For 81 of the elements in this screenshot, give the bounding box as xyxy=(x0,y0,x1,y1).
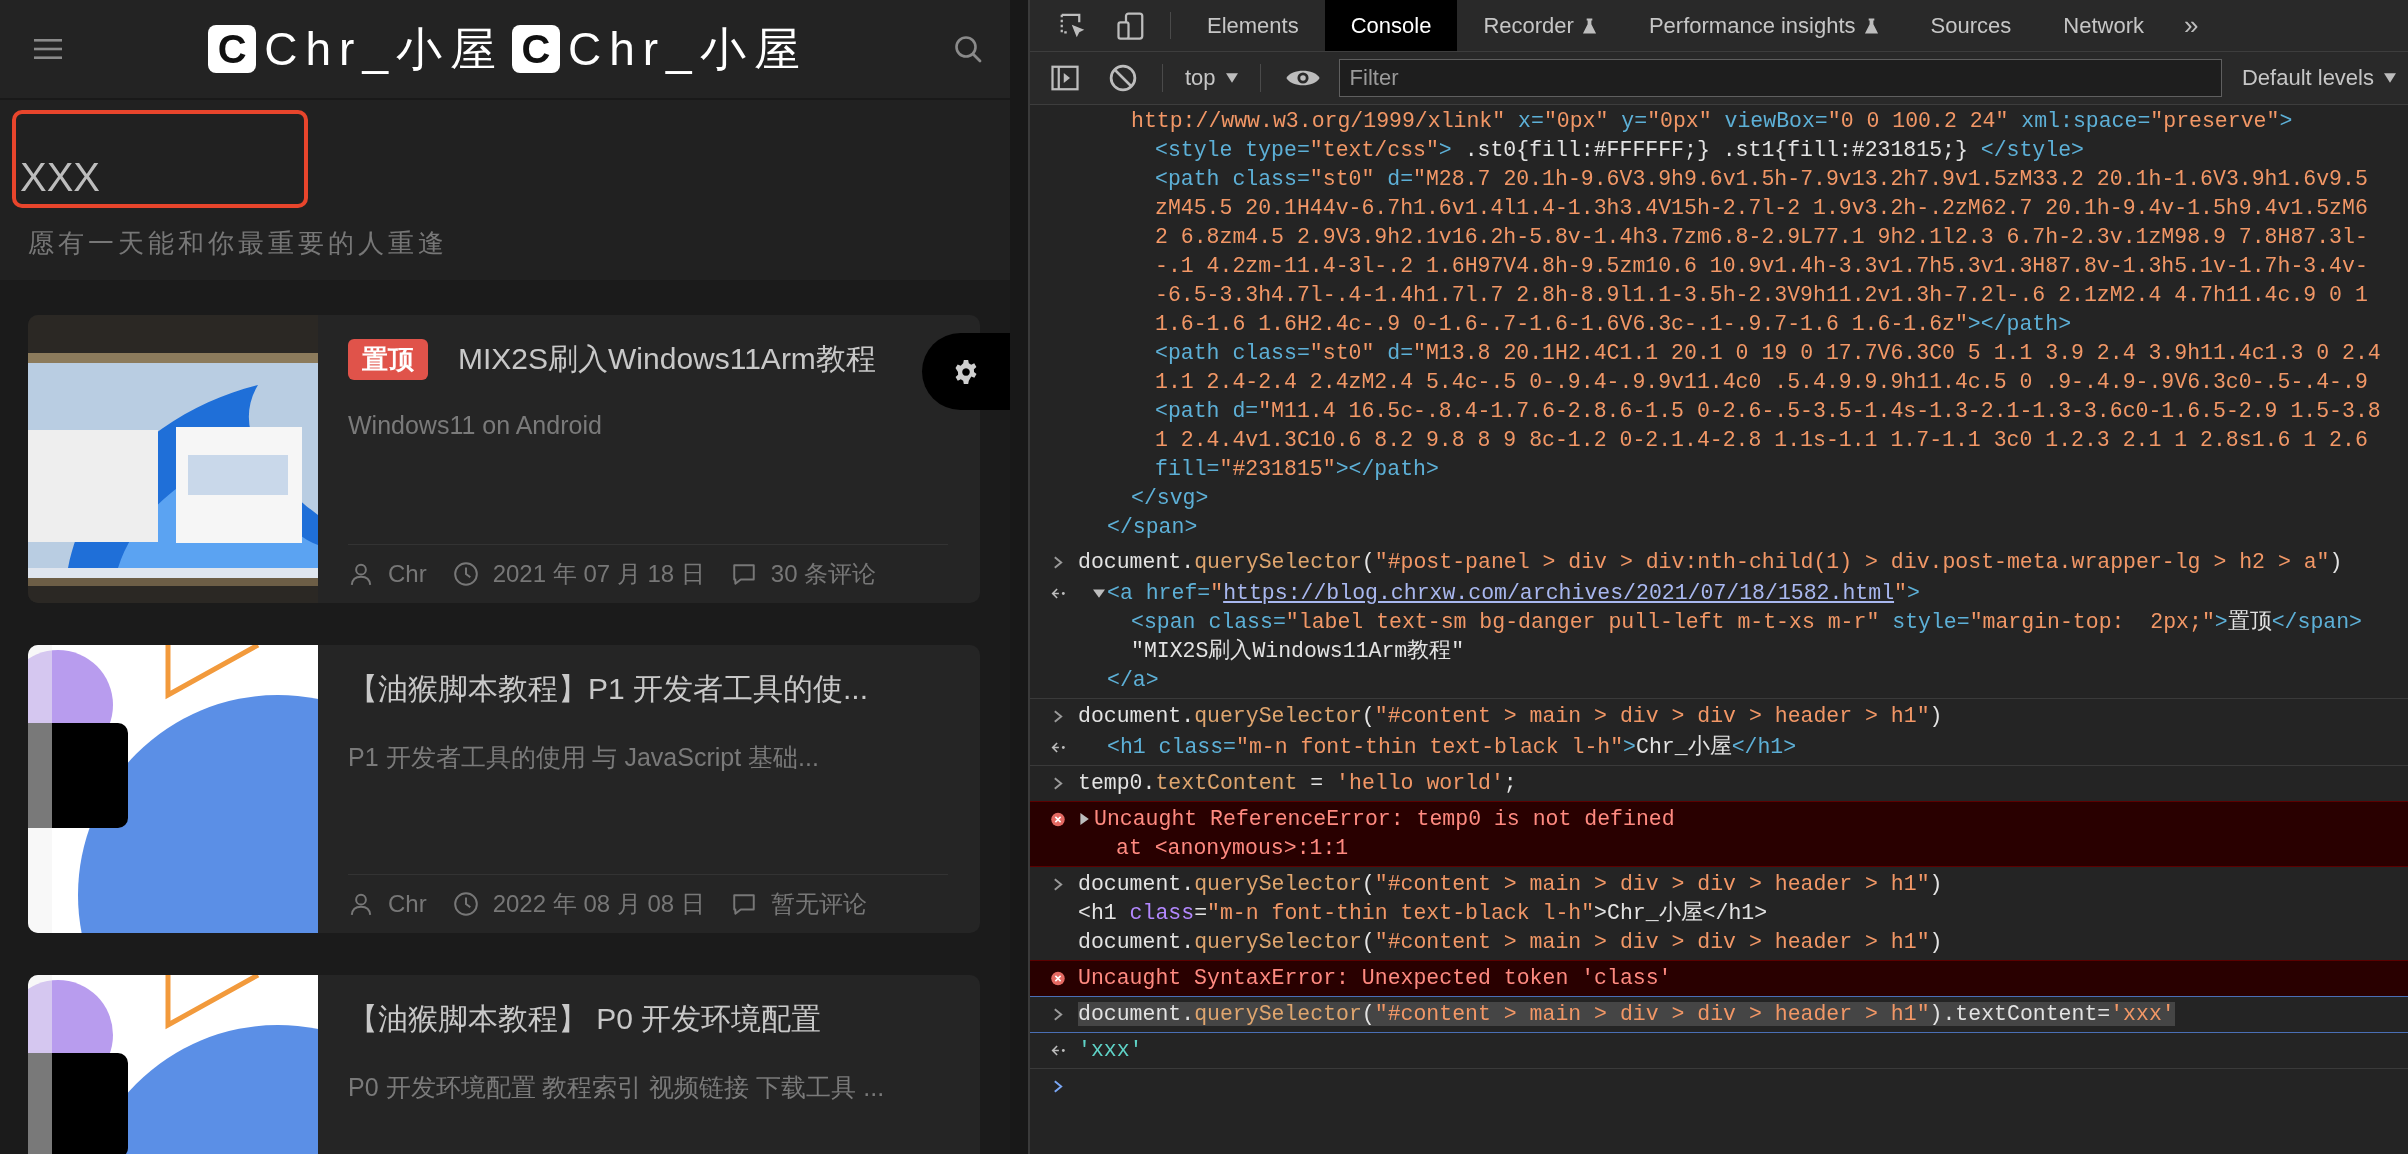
code-line: </span> xyxy=(1107,515,1198,539)
link[interactable]: https://blog.chrxw.com/archives/2021/07/18/1582.html xyxy=(1223,581,1895,605)
disclosure-triangle-icon[interactable] xyxy=(1093,587,1105,599)
code-line: zM45.5 20.1H44v-6.7h1.6v1.4l1.4-1.3h3.4V15h-2.7l-2 1.9v3.2h-.2zM62.7 20.1h-9.4v-1.5h9.4v1.5zM6 xyxy=(1155,196,2368,220)
code-line: <path class="st0" d="M28.7 20.1h-9.6V3.9h9.6v1.5h-7.9v13.2h7.9v1.5zM33.2 20.1h-1.6V3.9h1.6v9.5 xyxy=(1155,167,2368,191)
code-line: document.querySelector("#content > main > div > div > header > h1") xyxy=(1078,872,1943,896)
site-tagline: 愿有一天能和你最重要的人重逢 xyxy=(28,227,449,260)
code-line: 1.1 2.4-2.4 2.4zM2.4 5.4c-.5 0-.9.4-.9.9v11.4c0 .5.4.9.9.9h11.4c.5 0 .9-.4.9-.9V6.3c0-.5-.4-.9 xyxy=(1155,370,2368,394)
error-message: Uncaught SyntaxError: Unexpected token 'class' xyxy=(1078,966,1672,990)
code-line: -.1 4.2zm-11.4-3l-.2 1.6H97V4.8h-9.5zm10.6 10.9v1.4h-3.3v1.7h5.3v1.3H87.8v-1.3h5.1v-1.7h-3.4v- xyxy=(1155,254,2368,278)
error-message: Uncaught ReferenceError: temp0 is not defined xyxy=(1094,807,1675,831)
clear-console-icon[interactable] xyxy=(1108,63,1138,93)
panel-tab[interactable]: Network xyxy=(2037,0,2170,51)
code-line: </svg> xyxy=(1131,486,1209,510)
clock-icon xyxy=(452,891,479,917)
error-icon xyxy=(1050,971,1066,986)
settings-icon xyxy=(953,358,979,385)
logo-badge: C xyxy=(208,25,257,73)
post-excerpt: P0 开发环境配置 教程索引 视频链接 下载工具 ... xyxy=(348,1072,886,1103)
user-icon xyxy=(348,561,374,587)
code-line: fill="#231815"></path> xyxy=(1155,457,1439,481)
panel-tab[interactable]: Console xyxy=(1324,0,1458,51)
post-date: 2022 年 08 月 08 日 xyxy=(492,889,705,919)
post-card[interactable]: 置顶 MIX2S刷入Windows11Arm教程 Windows11 on Android Chr 2021 年 07 月 18 日 30 条评论 xyxy=(28,315,980,603)
caret-icon xyxy=(2384,73,2396,83)
code-line: <span class="label text-sm bg-danger pull-left m-t-xs m-r" style="margin-top: 2px;">置顶</span> xyxy=(1131,610,2363,634)
code-line: 2 6.8zm4.5 2.9V3.9h2.1v16.2h-5.8v-1.4h3.7zm6.8-2.9L77.1 9h2.1l2.3 6.7h-2.3v.1zM98.9 7.8H87.3l- xyxy=(1155,225,2368,249)
more-tabs-button[interactable]: » xyxy=(2170,0,2213,51)
comment-icon xyxy=(730,561,757,587)
search-icon[interactable] xyxy=(954,35,982,63)
filter-field[interactable]: Filter xyxy=(1338,59,2222,97)
code-line: <a href="https://blog.chrxw.com/archives/2021/07/18/1582.html"> xyxy=(1107,581,1920,605)
code-line: <h1 class="m-n font-thin text-black l-h">Chr_小屋</h1> xyxy=(1107,735,1797,759)
post-date: 2021 年 07 月 18 日 xyxy=(492,559,705,589)
code-line: <style type="text/css"> .st0{fill:#FFFFFF;} .st1{fill:#231815;} </style> xyxy=(1155,138,2084,162)
disclosure-triangle-icon[interactable] xyxy=(1078,813,1090,825)
return-arrow-icon xyxy=(1050,1043,1066,1058)
post-card[interactable]: 【油猴脚本教程】P1 开发者工具的使... P1 开发者工具的使用 与 JavaScript 基础... Chr 2022 年 08 月 08 日 暂无评论 xyxy=(28,645,980,933)
code-line: <path class="st0" d="M13.8 20.1H2.4C1.1 20.1 0 19 0 17.7V6.3C0 5 1.1 3.9 2.4 3.9h11.4c1.3 0 2.4 xyxy=(1155,341,2381,365)
panel-tab[interactable]: Recorder xyxy=(1457,0,1623,51)
code-line: document.querySelector("#content > main > div > div > header > h1") xyxy=(1078,704,1943,728)
post-card[interactable]: 【油猴脚本教程】 P0 开发环境配置 P0 开发环境配置 教程索引 视频链接 下载工具 ... xyxy=(28,975,980,1154)
post-title[interactable]: MIX2S刷入Windows11Arm教程 xyxy=(458,337,876,381)
post-title[interactable]: 【油猴脚本教程】 P0 开发环境配置 xyxy=(348,997,822,1041)
post-excerpt: P1 开发者工具的使用 与 JavaScript 基础... xyxy=(348,742,820,773)
menu-icon[interactable] xyxy=(34,39,62,59)
code-line: <path d="M11.4 16.5c-.8.4-1.7.6-2.8.6-1.5 0-2.6-.5-3.5-1.4s-1.3-2.1-1.3-3.6c0-1.6.5-2.9 1.5-3.8 xyxy=(1155,399,2381,423)
code-line: http://www.w3.org/1999/xlink" x="0px" y="0px" viewBox="0 0 100.2 24" xml:space="preserve"> xyxy=(1131,109,2293,133)
return-arrow-icon xyxy=(1050,586,1066,601)
device-icon[interactable] xyxy=(1116,10,1146,41)
context-dropdown[interactable]: top xyxy=(1173,52,1250,104)
site-title: XXX xyxy=(20,154,101,200)
panel-tab[interactable]: Sources xyxy=(1904,0,2038,51)
pinned-badge: 置顶 xyxy=(348,338,428,380)
settings-button[interactable] xyxy=(922,333,1010,410)
code-line: <h1 class="m-n font-thin text-black l-h">Chr_小屋</h1> xyxy=(1078,901,1768,925)
code-line: document.querySelector("#content > main > div > div > header > h1") xyxy=(1078,930,1943,954)
post-excerpt: Windows11 on Android xyxy=(348,411,603,440)
comment-icon xyxy=(730,891,757,917)
code-line: "MIX2S刷入Windows11Arm教程" xyxy=(1131,639,1465,663)
logo-text[interactable]: Chr_小屋 xyxy=(568,21,808,77)
return-arrow-icon xyxy=(1050,740,1066,755)
code-line: 1.6-1.6 1.6H2.4c-.9 0-1.6-.7-1.6-1.6V6.3c-.1-.9.7-1.6 1.6-1.6z"></path> xyxy=(1155,312,2072,336)
user-icon xyxy=(348,891,374,917)
post-title[interactable]: 【油猴脚本教程】P1 开发者工具的使... xyxy=(348,667,869,711)
code-line: 1 2.4.4v1.3C10.6 8.2 9.8 8 9 8c-1.2 0-2.1.4-2.8 1.1s-1.1 1.7-1.1 3c0 1.2.3 2.1 1 2.8s1.6 1 2.6 xyxy=(1155,428,2368,452)
caret-icon xyxy=(1225,73,1238,83)
sidebar-toggle-icon[interactable] xyxy=(1050,63,1080,93)
code-line: </a> xyxy=(1107,668,1159,692)
panel-tab[interactable]: Elements xyxy=(1181,0,1325,51)
error-icon xyxy=(1050,812,1066,827)
panel-tab[interactable]: Performance insights xyxy=(1622,0,1905,51)
code-line: document.querySelector("#post-panel > div > div:nth-child(1) > div.post-meta.wrapper-lg > h2 > a") xyxy=(1078,550,2343,574)
levels-dropdown[interactable]: Default levels xyxy=(2229,52,2408,104)
logo-text[interactable]: Chr_小屋 xyxy=(264,21,504,77)
logo-badge: C xyxy=(512,25,560,73)
result-value: 'xxx' xyxy=(1078,1038,1143,1062)
error-message: at <anonymous>:1:1 xyxy=(1116,836,1349,860)
code-line: temp0.textContent = 'hello world'; xyxy=(1078,771,1517,795)
code-line: -6.5-3.3h4.7l-.4-1.4h1.7l.7 2.8h-8.9l1.1-3.5h-2.3V9h11.2v1.3h-7.2l-.6 2.1zM2.4 4.7h11.4c.9 0 1 xyxy=(1155,283,2368,307)
clock-icon xyxy=(452,561,479,587)
